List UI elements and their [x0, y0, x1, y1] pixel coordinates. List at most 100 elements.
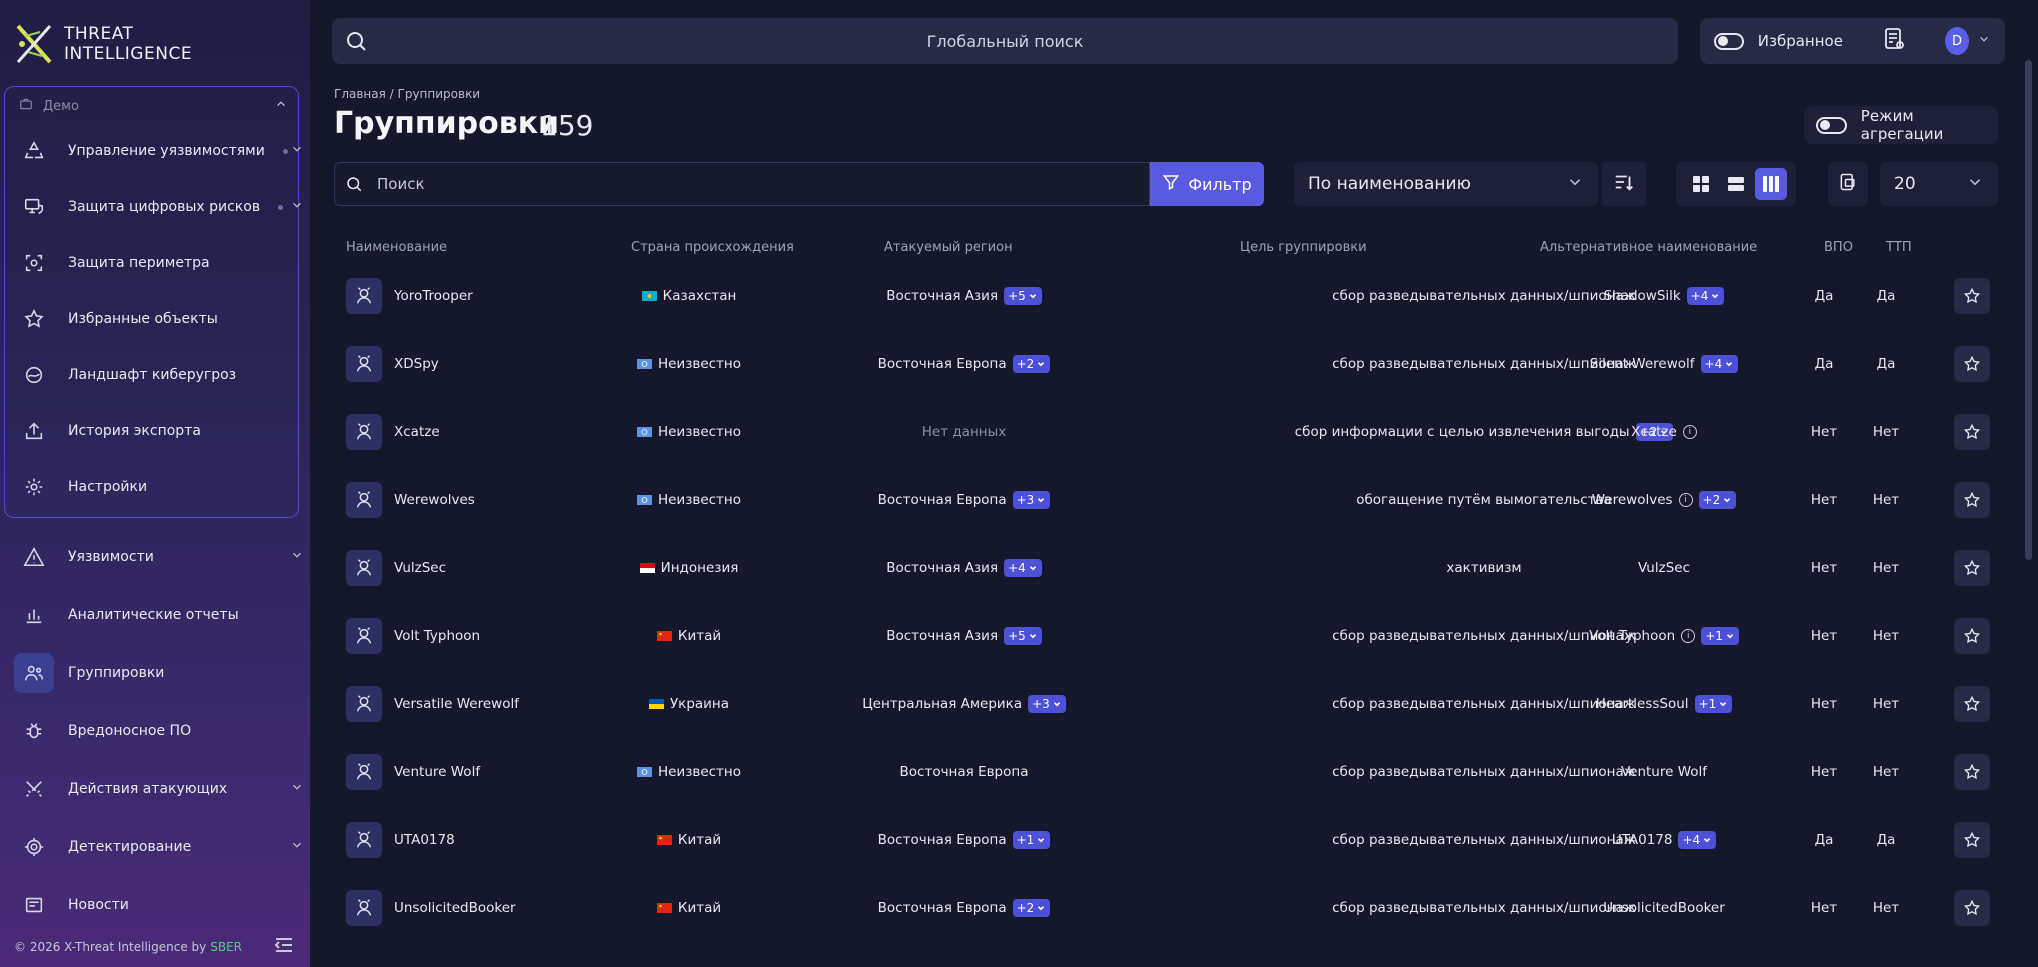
sidebar-item-export-history[interactable]: История экспорта	[14, 411, 304, 451]
group-name[interactable]: Werewolves	[394, 470, 475, 530]
column-header[interactable]: Цель группировки	[1240, 240, 1367, 255]
more-badge[interactable]: +1	[1694, 695, 1733, 713]
aggregation-mode-toggle[interactable]: Режим агрегации	[1804, 106, 1998, 144]
table-row[interactable]: Volt Typhoon Китай Восточная Азия +5 сбо…	[334, 606, 1994, 666]
table-view-button[interactable]	[1755, 168, 1787, 200]
info-icon[interactable]: i	[1681, 629, 1696, 643]
group-name[interactable]: YoroTrooper	[394, 266, 473, 326]
table-row[interactable]: Versatile Werewolf Украина Центральная А…	[334, 674, 1994, 734]
demo-section-header[interactable]: Демо	[19, 97, 288, 115]
search-input[interactable]	[377, 175, 1077, 193]
collapse-sidebar-icon[interactable]	[274, 937, 294, 956]
sidebar-item-vulnerabilities[interactable]: Уязвимости	[14, 537, 304, 577]
favorite-star-button[interactable]	[1954, 550, 1990, 586]
favorite-star-button[interactable]	[1954, 754, 1990, 790]
table-row[interactable]: Werewolves Неизвестно Восточная Европа +…	[334, 470, 1994, 530]
table-row[interactable]: Venture Wolf Неизвестно Восточная Европа…	[334, 742, 1994, 802]
aggregation-toggle[interactable]	[1816, 116, 1847, 134]
more-badge[interactable]: +1	[1701, 627, 1739, 645]
more-badge[interactable]: +4	[1700, 355, 1739, 373]
column-header[interactable]: Страна происхождения	[631, 240, 794, 255]
grid-view-button[interactable]	[1685, 168, 1717, 200]
document-icon[interactable]	[1883, 27, 1905, 55]
more-badge[interactable]: +5	[1004, 287, 1042, 305]
chevron-up-icon[interactable]	[274, 97, 288, 115]
chevron-down-icon[interactable]	[290, 548, 304, 566]
group-name[interactable]: Versatile Werewolf	[394, 674, 519, 734]
sidebar-item-reports[interactable]: Аналитические отчеты	[14, 595, 304, 635]
group-name[interactable]: XDSpy	[394, 334, 439, 394]
export-button[interactable]	[1828, 162, 1868, 206]
table-row[interactable]: UnsolicitedBooker Китай Восточная Европа…	[334, 878, 1994, 938]
favorites-toggle[interactable]	[1714, 32, 1744, 50]
favorite-star-button[interactable]	[1954, 686, 1990, 722]
table-row[interactable]: VulzSec Индонезия Восточная Азия +4 хакт…	[334, 538, 1994, 598]
more-badge[interactable]: +1	[1012, 831, 1051, 849]
chevron-down-icon[interactable]	[290, 780, 304, 798]
table-row[interactable]: UTA0178 Китай Восточная Европа +1 сбор р…	[334, 810, 1994, 870]
sidebar-item-settings[interactable]: Настройки	[14, 467, 304, 507]
sidebar-item-malware[interactable]: Вредоносное ПО	[14, 711, 304, 751]
more-badge[interactable]: +2	[1012, 355, 1051, 373]
favorite-star-button[interactable]	[1954, 278, 1990, 314]
more-badge[interactable]: +2	[1698, 491, 1737, 509]
search-field[interactable]	[334, 162, 1150, 206]
sidebar-item-perimeter[interactable]: Защита периметра	[14, 243, 304, 283]
favorite-star-button[interactable]	[1954, 346, 1990, 382]
chevron-down-icon[interactable]	[290, 198, 304, 216]
column-header[interactable]: ТТП	[1886, 240, 1912, 255]
favorite-star-button[interactable]	[1954, 618, 1990, 654]
group-name[interactable]: UnsolicitedBooker	[394, 878, 516, 938]
favorite-star-button[interactable]	[1954, 482, 1990, 518]
list-view-button[interactable]	[1720, 168, 1752, 200]
favorite-star-button[interactable]	[1954, 414, 1990, 450]
sidebar-item-vuln-management[interactable]: Управление уязвимостями	[14, 131, 304, 171]
group-name[interactable]: Xcatze	[394, 402, 440, 462]
logo-icon	[14, 22, 54, 66]
region-name: Восточная Азия	[886, 288, 999, 304]
more-badge[interactable]: +4	[1678, 831, 1717, 849]
column-header[interactable]: ВПО	[1824, 240, 1853, 255]
table-row[interactable]: XDSpy Неизвестно Восточная Европа +2 сбо…	[334, 334, 1994, 394]
column-header[interactable]: Атакуемый регион	[884, 240, 1013, 255]
more-badge[interactable]: +2	[1012, 899, 1051, 917]
group-name[interactable]: Venture Wolf	[394, 742, 480, 802]
favorite-star-button[interactable]	[1954, 890, 1990, 926]
global-search[interactable]: Глобальный поиск	[332, 18, 1678, 64]
info-icon[interactable]: i	[1682, 425, 1697, 439]
sort-direction-button[interactable]	[1602, 162, 1646, 206]
favorite-star-button[interactable]	[1954, 822, 1990, 858]
sber-link[interactable]: SBER	[210, 940, 242, 954]
more-badge[interactable]: +4	[1686, 287, 1725, 305]
chevron-down-icon[interactable]	[290, 838, 304, 856]
sidebar-item-groups[interactable]: Группировки	[14, 653, 304, 693]
more-badge[interactable]: +4	[1004, 559, 1042, 577]
chevron-down-icon[interactable]	[290, 142, 304, 160]
per-page-select[interactable]: 20	[1880, 162, 1998, 206]
group-name[interactable]: Volt Typhoon	[394, 606, 480, 666]
filter-button[interactable]: Фильтр	[1150, 162, 1264, 206]
more-badge[interactable]: +5	[1004, 627, 1042, 645]
group-name[interactable]: UTA0178	[394, 810, 455, 870]
sidebar-item-digital-risk[interactable]: Защита цифровых рисков	[14, 187, 304, 227]
more-badge[interactable]: +3	[1012, 491, 1051, 509]
sidebar-item-favorites[interactable]: Избранные объекты	[14, 299, 304, 339]
column-header[interactable]: Альтернативное наименование	[1540, 240, 1757, 255]
scrollbar[interactable]	[2025, 60, 2032, 560]
sidebar-item-news[interactable]: Новости	[14, 885, 304, 925]
group-name[interactable]: VulzSec	[394, 538, 446, 598]
more-badge[interactable]: +3	[1028, 695, 1066, 713]
chevron-down-icon[interactable]	[1977, 32, 1991, 50]
sidebar-item-detection[interactable]: Детектирование	[14, 827, 304, 867]
sidebar-item-threat-landscape[interactable]: Ландшафт киберугроз	[14, 355, 304, 395]
column-header[interactable]: Наименование	[346, 240, 447, 255]
logo[interactable]: THREAT INTELLIGENCE	[14, 22, 192, 66]
info-icon[interactable]: i	[1678, 493, 1693, 507]
avatar[interactable]: D	[1944, 27, 1969, 55]
breadcrumb[interactable]: Главная / Группировки	[334, 87, 480, 101]
sidebar-item-attacker-actions[interactable]: Действия атакующих	[14, 769, 304, 809]
sort-select[interactable]: По наименованию	[1294, 162, 1598, 206]
table-row[interactable]: YoroTrooper Казахстан Восточная Азия +5 …	[334, 266, 1994, 326]
ttp-value: Да	[1876, 832, 1896, 848]
table-row[interactable]: Xcatze Неизвестно Нет данных сбор информ…	[334, 402, 1994, 462]
